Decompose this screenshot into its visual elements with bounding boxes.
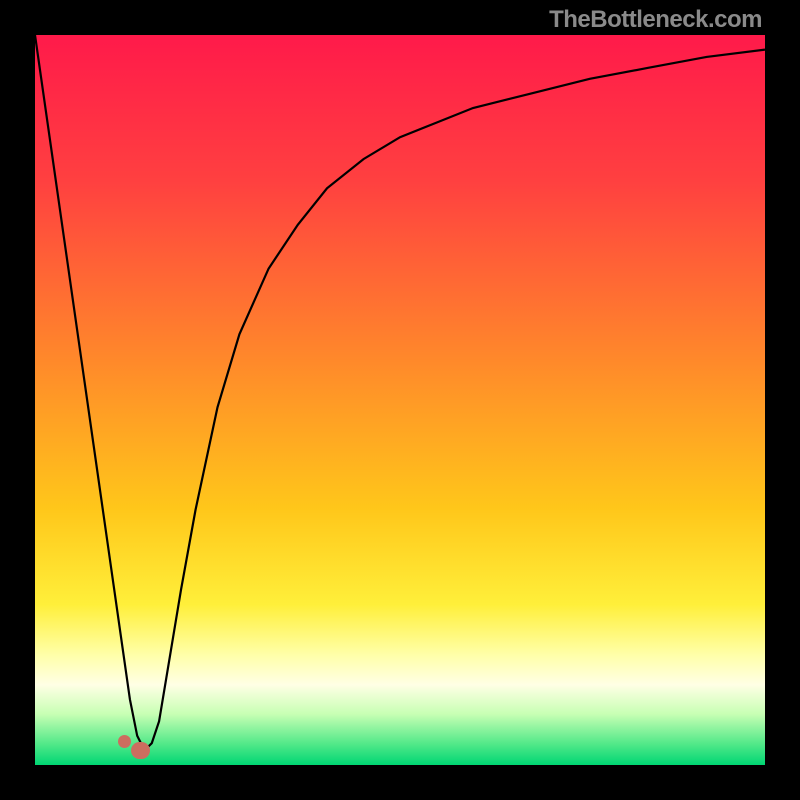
watermark-text: TheBottleneck.com	[549, 6, 762, 34]
curve-layer	[35, 35, 765, 765]
chart-frame: TheBottleneck.com	[0, 0, 800, 800]
highlight-segment	[131, 742, 150, 760]
bottleneck-curve	[35, 35, 765, 750]
plot-area	[35, 35, 765, 765]
